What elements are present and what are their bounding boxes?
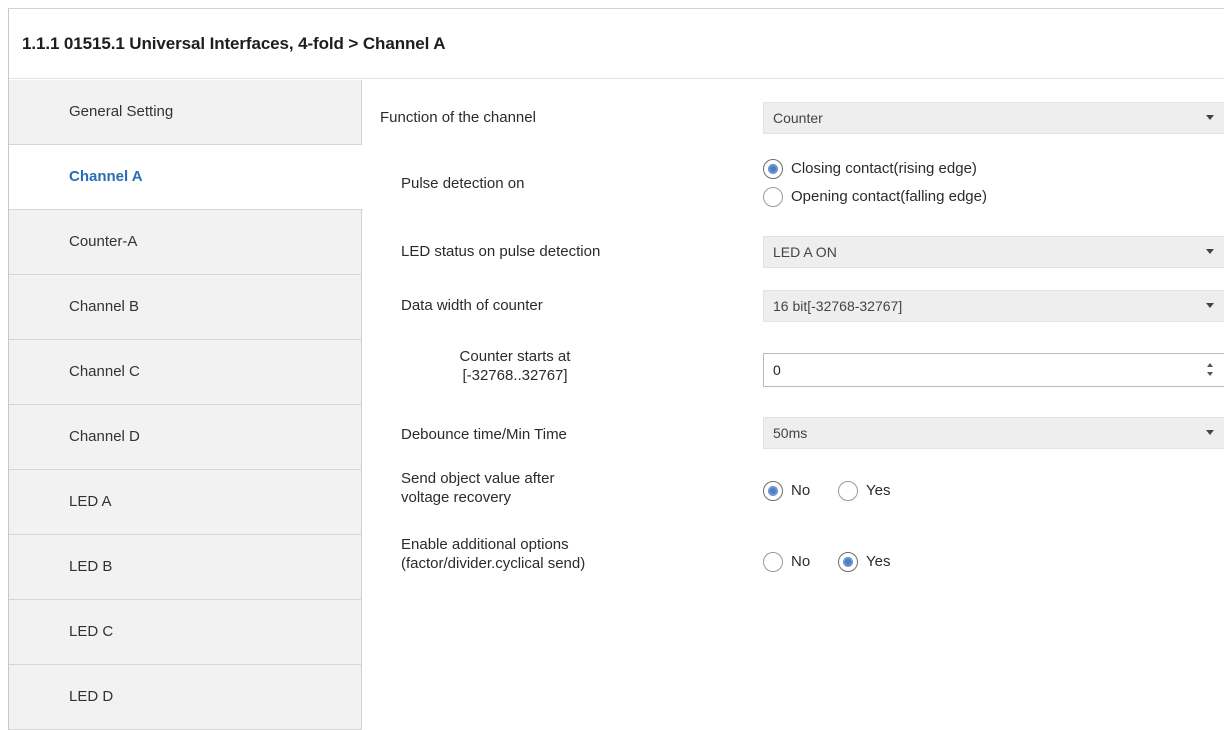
window-header: 1.1.1 01515.1 Universal Interfaces, 4-fo… <box>9 9 1224 79</box>
chevron-down-icon <box>1206 115 1214 120</box>
debounce-dropdown-value: 50ms <box>773 425 808 441</box>
send-after-recovery-line2: voltage recovery <box>401 489 512 506</box>
radio-label: Yes <box>866 482 891 499</box>
sidebar-item-channel-c[interactable]: Channel C <box>9 340 362 405</box>
send-after-recovery-line1: Send object value after <box>401 470 555 487</box>
sidebar-item-label: Counter-A <box>69 233 138 250</box>
sidebar-item-led-d[interactable]: LED D <box>9 665 362 730</box>
sidebar-item-led-c[interactable]: LED C <box>9 600 362 665</box>
sidebar-item-label: LED D <box>69 688 114 705</box>
sidebar: General Setting Channel A Counter-A Chan… <box>9 80 363 730</box>
spin-arrows-icon[interactable] <box>1207 363 1215 377</box>
sidebar-item-channel-a[interactable]: Channel A <box>9 145 363 210</box>
parameter-panel: Function of the channel Counter Pulse de… <box>363 80 1224 730</box>
data-width-dropdown-value: 16 bit[-32768-32767] <box>773 298 903 314</box>
chevron-down-icon <box>1206 249 1214 254</box>
counter-start-label-line2: [-32768..32767] <box>462 367 568 384</box>
led-status-label: LED status on pulse detection <box>401 243 601 260</box>
radio-label: No <box>791 553 811 570</box>
additional-options-line2: (factor/divider.cyclical send) <box>401 555 586 572</box>
sidebar-item-label: LED C <box>69 623 114 640</box>
radio-selected-icon <box>838 552 858 572</box>
counter-start-label: Counter starts at [-32768..32767] <box>415 347 615 385</box>
sidebar-item-label: LED B <box>69 558 113 575</box>
debounce-dropdown[interactable]: 50ms <box>763 417 1224 449</box>
sidebar-item-channel-b[interactable]: Channel B <box>9 275 362 340</box>
sidebar-item-led-a[interactable]: LED A <box>9 470 362 535</box>
sidebar-item-channel-d[interactable]: Channel D <box>9 405 362 470</box>
sidebar-item-label: Channel D <box>69 428 140 445</box>
function-dropdown[interactable]: Counter <box>763 102 1224 134</box>
sidebar-item-general-setting[interactable]: General Setting <box>9 80 362 145</box>
debounce-label: Debounce time/Min Time <box>401 426 567 443</box>
sidebar-item-label: General Setting <box>69 103 174 120</box>
data-width-dropdown[interactable]: 16 bit[-32768-32767] <box>763 290 1224 322</box>
additional-options-line1: Enable additional options <box>401 536 569 553</box>
sidebar-item-label: Channel B <box>69 298 140 315</box>
send-after-recovery-label: Send object value after voltage recovery <box>401 469 554 507</box>
sidebar-item-label: Channel A <box>69 168 143 185</box>
counter-start-value: 0 <box>773 362 781 378</box>
parameter-window: 1.1.1 01515.1 Universal Interfaces, 4-fo… <box>8 8 1224 730</box>
function-label: Function of the channel <box>380 109 536 126</box>
radio-label: Closing contact(rising edge) <box>791 160 977 177</box>
sidebar-item-counter-a[interactable]: Counter-A <box>9 210 362 275</box>
function-dropdown-value: Counter <box>773 110 823 126</box>
radio-unselected-icon <box>838 481 858 501</box>
spin-down-icon[interactable] <box>1207 372 1213 376</box>
sidebar-item-label: Channel C <box>69 363 140 380</box>
data-width-label: Data width of counter <box>401 297 543 314</box>
chevron-down-icon <box>1206 303 1214 308</box>
sidebar-item-led-b[interactable]: LED B <box>9 535 362 600</box>
radio-selected-icon <box>763 481 783 501</box>
counter-start-spinbox[interactable]: 0 <box>763 353 1224 387</box>
chevron-down-icon <box>1206 430 1214 435</box>
radio-selected-icon <box>763 159 783 179</box>
radio-label: Yes <box>866 553 891 570</box>
additional-options-label: Enable additional options (factor/divide… <box>401 535 585 573</box>
radio-label: No <box>791 482 811 499</box>
pulse-detection-label: Pulse detection on <box>401 175 525 192</box>
spin-up-icon[interactable] <box>1207 363 1213 367</box>
radio-unselected-icon <box>763 187 783 207</box>
radio-label: Opening contact(falling edge) <box>791 188 987 205</box>
counter-start-label-line1: Counter starts at <box>459 348 571 365</box>
led-status-dropdown[interactable]: LED A ON <box>763 236 1224 268</box>
breadcrumb-title: 1.1.1 01515.1 Universal Interfaces, 4-fo… <box>22 34 446 53</box>
radio-unselected-icon <box>763 552 783 572</box>
led-status-dropdown-value: LED A ON <box>773 244 837 260</box>
sidebar-item-label: LED A <box>69 493 112 510</box>
